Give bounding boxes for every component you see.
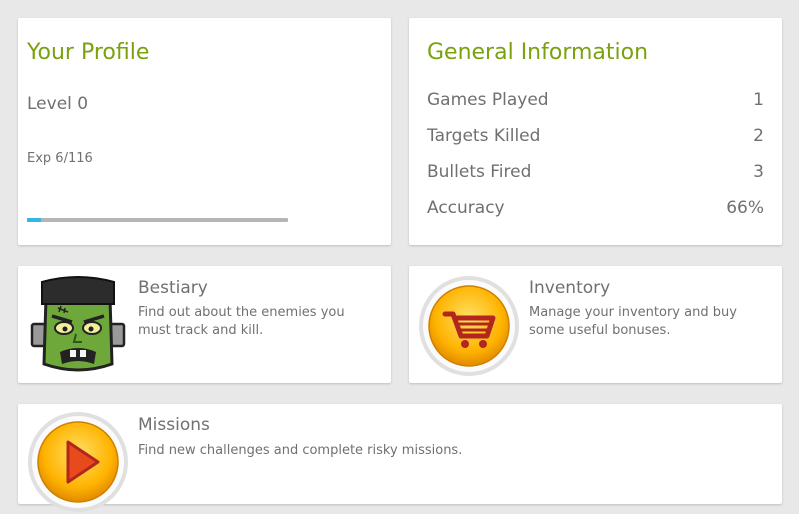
bestiary-button[interactable]: Bestiary Find out about the enemies you … — [18, 266, 391, 383]
inventory-button[interactable]: Inventory Manage your inventory and buy … — [409, 266, 782, 383]
stat-label: Targets Killed — [427, 126, 541, 146]
stat-row-accuracy: Accuracy 66% — [427, 198, 764, 222]
stat-row-targets-killed: Targets Killed 2 — [427, 126, 764, 150]
missions-button[interactable]: Missions Find new challenges and complet… — [18, 404, 782, 512]
exp-progress-fill — [27, 218, 41, 222]
profile-card: Your Profile Level 0 Exp 6/116 — [18, 18, 391, 245]
stat-row-games-played: Games Played 1 — [427, 90, 764, 114]
stat-label: Bullets Fired — [427, 162, 532, 182]
exp-progress-bar — [27, 218, 288, 222]
stat-row-bullets-fired: Bullets Fired 3 — [427, 162, 764, 186]
play-icon — [28, 412, 128, 512]
missions-description: Find new challenges and complete risky m… — [138, 443, 463, 458]
inventory-description: Manage your inventory and buy some usefu… — [529, 305, 737, 338]
stat-label: Accuracy — [427, 198, 505, 218]
general-info-card: General Information Games Played 1 Targe… — [409, 18, 782, 245]
exp-text: Exp 6/116 — [27, 151, 93, 166]
profile-title: Your Profile — [27, 40, 150, 65]
stat-value: 3 — [753, 162, 764, 182]
inventory-title: Inventory — [529, 278, 611, 298]
level-text: Level 0 — [27, 94, 89, 114]
shopping-cart-icon — [419, 276, 519, 376]
general-info-title: General Information — [427, 40, 649, 65]
bestiary-title: Bestiary — [138, 278, 208, 298]
bestiary-description: Find out about the enemies you must trac… — [138, 305, 345, 338]
missions-title: Missions — [138, 415, 210, 435]
stat-label: Games Played — [427, 90, 549, 110]
stat-value: 66% — [726, 198, 764, 218]
stat-value: 1 — [753, 90, 764, 110]
monster-icon — [30, 276, 126, 372]
stat-value: 2 — [753, 126, 764, 146]
